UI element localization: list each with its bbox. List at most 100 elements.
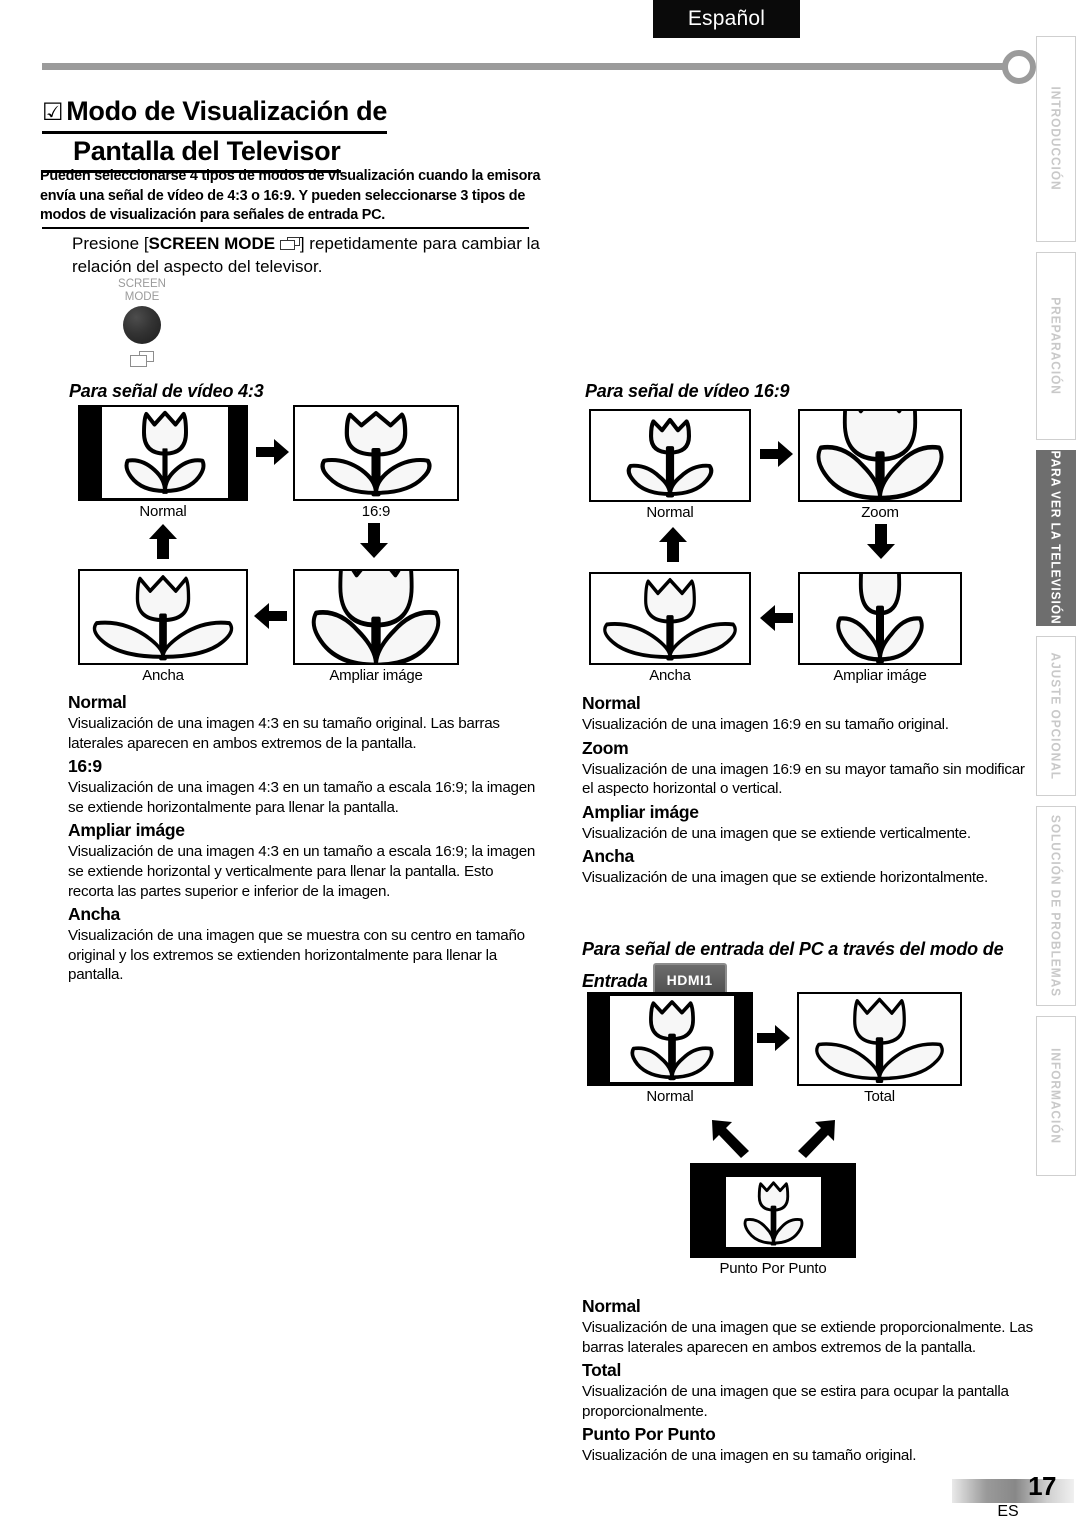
def-term: Total <box>582 1360 622 1381</box>
arrow-up-icon <box>148 524 178 565</box>
diagram-169-caption-ampliar: Ampliar imáge <box>833 667 927 684</box>
screen-mode-button-illustration: SCREEN MODE <box>112 278 172 367</box>
diagram-pc-caption-normal: Normal <box>646 1088 694 1105</box>
manual-page: Español INTRODUCCIÓN PREPARACIÓN PARA VE… <box>0 0 1080 1534</box>
section-heading-pc-line1: Para señal de entrada del PC a través de… <box>582 939 978 959</box>
tulip-icon <box>815 997 944 1084</box>
diagram-43-normal-box <box>78 405 248 501</box>
def-desc: Visualización de una imagen 16:9 en su m… <box>582 760 1025 798</box>
diagram-169-zoom-box <box>798 409 962 502</box>
screen-mode-caption-line1: SCREEN <box>118 278 166 290</box>
tab-para-ver-la-television[interactable]: PARA VER LA TELEVISIÓN <box>1036 450 1076 626</box>
tulip-icon <box>320 411 432 497</box>
definitions-pc: Normal Visualización de una imagen que s… <box>582 1295 1034 1468</box>
tulip-icon <box>311 571 441 663</box>
section-heading-169: Para señal de vídeo 16:9 <box>585 381 790 401</box>
diagram-43-169-box <box>293 405 459 501</box>
diagram-pc-normal-box <box>587 992 753 1086</box>
def-term: Punto Por Punto <box>582 1424 716 1445</box>
tulip-icon <box>743 1181 804 1246</box>
def-term: Ampliar imáge <box>68 820 185 841</box>
definitions-169: Normal Visualización de una imagen 16:9 … <box>582 692 1034 890</box>
def-desc: Visualización de una imagen 4:3 en su ta… <box>68 715 500 752</box>
def-term: Ancha <box>68 904 120 925</box>
screen-mode-icon <box>130 351 154 367</box>
tab-introduccion[interactable]: INTRODUCCIÓN <box>1036 36 1076 242</box>
tulip-icon <box>124 410 206 494</box>
arrow-left-icon <box>759 604 793 637</box>
tulip-icon <box>626 417 714 498</box>
tulip-icon <box>836 574 924 663</box>
diagram-169-normal-box <box>589 409 751 502</box>
diagram-43-caption-169: 16:9 <box>361 503 391 520</box>
arrow-down-icon <box>359 523 389 564</box>
page-title: ☑ Modo de Visualización de Pantalla del T… <box>42 94 562 173</box>
screen-mode-knob[interactable] <box>123 306 161 344</box>
arrow-up-icon <box>658 527 688 568</box>
tab-label: AJUSTE OPCIONAL <box>1048 652 1064 780</box>
diagram-169-caption-normal: Normal <box>646 504 694 521</box>
diagram-169-caption-ancha: Ancha <box>649 667 691 684</box>
arrow-right-icon <box>760 440 794 473</box>
def-desc: Visualización de una imagen que se extie… <box>582 824 971 842</box>
diagram-43-caption-normal: Normal <box>139 503 187 520</box>
diagram-pc-punto-inner <box>726 1177 821 1247</box>
def-desc: Visualización de una imagen que se extie… <box>582 1319 1033 1356</box>
screen-mode-caption: SCREEN MODE <box>112 278 172 303</box>
tab-label: SOLUCIÓN DE PROBLEMAS <box>1048 814 1064 998</box>
def-term: Ancha <box>582 846 634 867</box>
def-desc: Visualización de una imagen que se extie… <box>582 869 989 887</box>
screen-mode-inline-icon <box>279 237 300 250</box>
diagram-pc-total-box <box>797 992 962 1086</box>
diagram-169-caption-zoom: Zoom <box>861 504 899 521</box>
diagram-43-normal-inner <box>102 407 228 498</box>
tab-solucion-de-problemas[interactable]: SOLUCIÓN DE PROBLEMAS <box>1036 806 1076 1006</box>
def-term: Zoom <box>582 737 629 758</box>
instruction-text: Presione [SCREEN MODE ] repetidamente pa… <box>72 232 542 278</box>
instruction-prefix: Presione [ <box>72 234 149 253</box>
section-heading-pc: Para señal de entrada del PC a través de… <box>582 936 1038 999</box>
def-desc: Visualización de una imagen 16:9 en su t… <box>582 716 949 733</box>
diagram-pc-punto-box <box>690 1163 856 1258</box>
tab-label: INFORMACIÓN <box>1048 1048 1064 1144</box>
tab-informacion[interactable]: INFORMACIÓN <box>1036 1016 1076 1176</box>
tab-label: PARA VER LA TELEVISIÓN <box>1048 451 1064 625</box>
language-tag: Español <box>653 0 800 38</box>
language-code: ES <box>997 1503 1019 1520</box>
def-desc: Visualización de una imagen 4:3 en un ta… <box>68 843 536 900</box>
tab-label: INTRODUCCIÓN <box>1048 86 1064 192</box>
diagram-43-ampliar-box <box>293 569 459 665</box>
page-number: 17 <box>1028 1471 1056 1501</box>
checkbox-icon: ☑ <box>42 99 64 126</box>
tulip-icon <box>603 578 737 661</box>
definitions-43: Normal Visualización de una imagen 4:3 e… <box>68 691 540 987</box>
section-heading-43: Para señal de vídeo 4:3 <box>69 381 264 401</box>
diagram-43-ancha-box <box>78 569 248 665</box>
section-tabs: INTRODUCCIÓN PREPARACIÓN PARA VER LA TEL… <box>1036 36 1078 1186</box>
instruction-button-name: SCREEN MODE <box>148 234 276 253</box>
header-rule <box>42 63 1004 70</box>
tab-preparacion[interactable]: PREPARACIÓN <box>1036 252 1076 440</box>
tulip-icon <box>630 1000 714 1081</box>
arrow-right-icon <box>757 1024 791 1057</box>
diagram-169-ancha-box <box>589 572 751 665</box>
page-title-line1: Modo de Visualización de <box>66 96 388 126</box>
arrow-right-icon <box>256 438 290 471</box>
def-desc: Visualización de una imagen 4:3 en un ta… <box>68 779 536 816</box>
def-term: Normal <box>68 692 127 712</box>
arrow-left-icon <box>253 602 287 635</box>
diagram-43-caption-ancha: Ancha <box>142 667 184 684</box>
def-term: Normal <box>582 693 641 713</box>
diagram-43-caption-ampliar: Ampliar imáge <box>329 667 423 684</box>
diagram-pc-caption-total: Total <box>864 1088 895 1105</box>
intro-paragraph: Pueden seleccionarse 4 tipos de modos de… <box>40 168 541 223</box>
def-desc: Visualización de una imagen que se muest… <box>68 927 525 984</box>
diagram-169-ampliar-box <box>798 572 962 665</box>
def-term: Ampliar imáge <box>582 801 699 822</box>
def-term: 16:9 <box>68 756 102 777</box>
arrow-up-left-icon <box>710 1118 752 1165</box>
tab-ajuste-opcional[interactable]: AJUSTE OPCIONAL <box>1036 636 1076 796</box>
tulip-icon <box>816 411 944 500</box>
def-desc: Visualización de una imagen que se estir… <box>582 1383 1009 1420</box>
diagram-pc-caption-punto: Punto Por Punto <box>719 1260 827 1277</box>
